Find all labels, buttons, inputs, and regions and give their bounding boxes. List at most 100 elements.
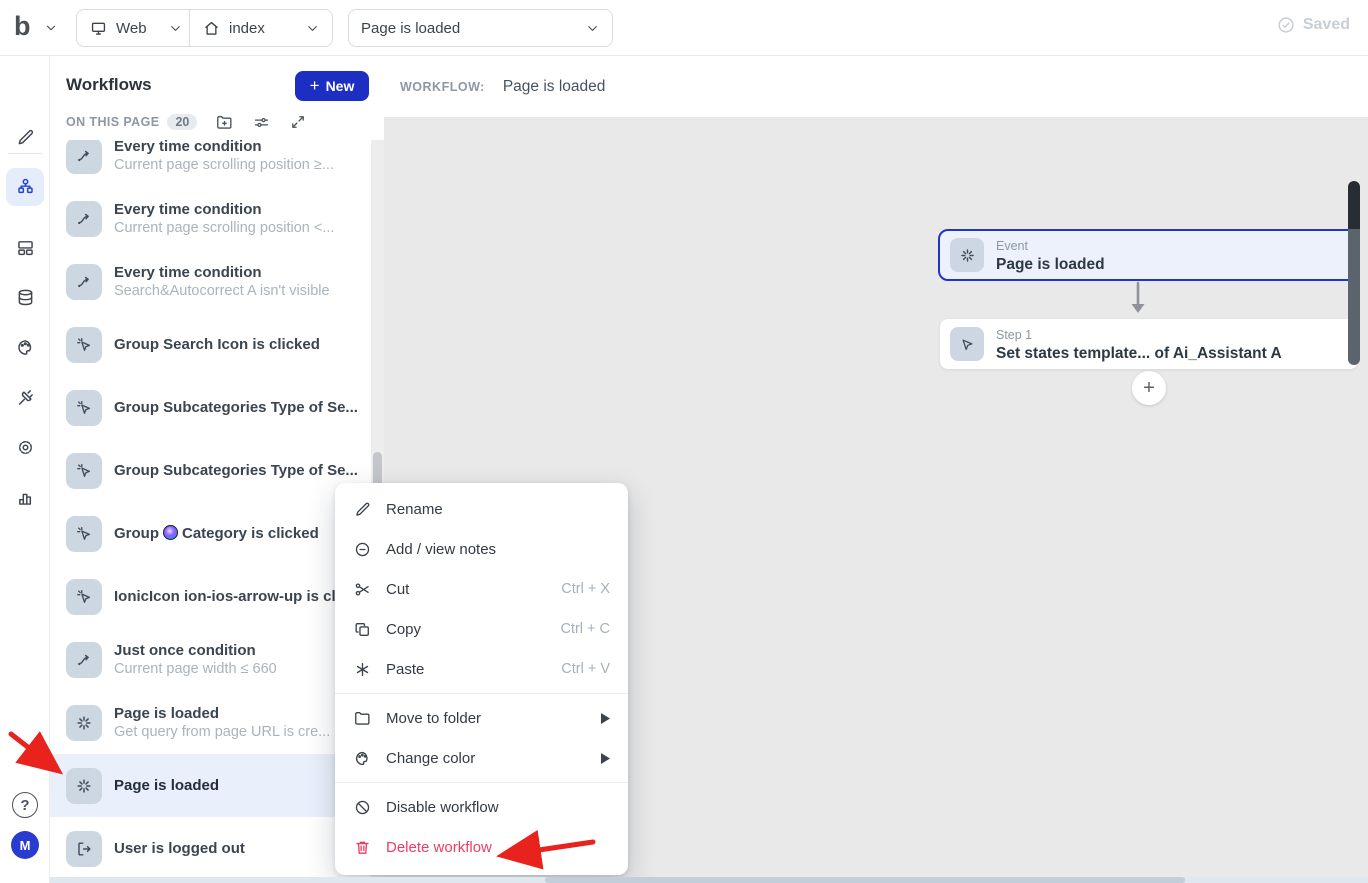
workflow-item-title: Every time condition (114, 138, 262, 155)
canvas-scrollbar-thumb[interactable] (1348, 229, 1360, 365)
workflow-item-title: IonicIcon ion-ios-arrow-up is cli... (114, 588, 352, 605)
workflow-chevron-down-icon (585, 21, 600, 36)
canvas-scrollbar[interactable] (1348, 181, 1360, 365)
workflow-item[interactable]: Every time conditionCurrent page scrolli… (50, 187, 384, 250)
menu-divider (335, 782, 628, 783)
plugins-tab-plug-icon[interactable] (6, 378, 44, 416)
menu-item-disable-workflow[interactable]: Disable workflow (335, 787, 628, 827)
menu-item-delete-workflow[interactable]: Delete workflow (335, 827, 628, 867)
menu-item-change-color[interactable]: Change color (335, 738, 628, 778)
workflow-item-title: Every time condition (114, 264, 262, 281)
workflow-item-subtitle: Current page scrolling position <... (114, 220, 334, 236)
workflow-item-subtitle: Current page scrolling position ≥... (114, 157, 334, 173)
plus-icon: + (310, 76, 320, 96)
workflow-item[interactable]: Group Category is clicked (50, 502, 384, 565)
workflow-list: Every time condition Current page scrolli… (50, 124, 384, 883)
settings-tab-gear-icon[interactable] (6, 428, 44, 466)
new-folder-icon[interactable] (215, 113, 234, 132)
filter-sliders-icon[interactable] (252, 113, 271, 132)
menu-item-notes[interactable]: Add / view notes (335, 529, 628, 569)
styles-tab-palette-icon[interactable] (6, 328, 44, 366)
menu-divider (335, 693, 628, 694)
bubble-logo[interactable]: b (14, 11, 30, 42)
workflow-item[interactable]: IonicIcon ion-ios-arrow-up is cli... (50, 565, 384, 628)
step-node[interactable]: Step 1Set states template... of Ai_Assis… (940, 319, 1358, 369)
workflow-item[interactable]: Group Subcategories Type of Se... (50, 376, 384, 439)
plus-icon: + (1143, 377, 1155, 400)
step-title: Set states template... of Ai_Assistant A (996, 345, 1282, 362)
workflow-item-subtitle: Get query from page URL is cre... (114, 724, 330, 740)
cursor-icon (950, 327, 984, 361)
on-this-page-header: ON THIS PAGE 20 (50, 104, 384, 140)
workflow-item[interactable]: User is logged out (50, 817, 384, 880)
reusables-tab-icon[interactable] (6, 228, 44, 266)
horizontal-scrollbar-thumb[interactable] (545, 877, 1185, 883)
avatar-initial: M (20, 838, 31, 853)
menu-item-copy[interactable]: Copy Ctrl + C (335, 609, 628, 649)
trash-icon (353, 838, 373, 857)
menu-item-cut[interactable]: Cut Ctrl + X (335, 569, 628, 609)
logout-icon (66, 831, 102, 867)
workflows-panel: Workflows + New ON THIS PAGE 20 Every ti… (50, 56, 384, 883)
workflow-count-badge: 20 (167, 114, 197, 130)
workflow-tab-sitemap-icon[interactable] (6, 168, 44, 206)
help-glyph: ? (20, 797, 29, 814)
workflow-dropdown[interactable]: Page is loaded (348, 9, 613, 47)
device-dropdown[interactable]: Web (77, 10, 168, 46)
page-loaded-spinner-icon (66, 768, 102, 804)
workflow-name: Page is loaded (503, 78, 606, 96)
expand-panel-icon[interactable] (289, 113, 307, 131)
page-loaded-spinner-icon (950, 238, 984, 272)
workflow-item-selected[interactable]: Page is loaded (50, 754, 384, 817)
menu-item-label: Cut (386, 581, 409, 598)
menu-item-label: Rename (386, 501, 443, 518)
condition-icon (66, 138, 102, 174)
new-button-label: New (326, 78, 355, 94)
workflow-item-subtitle: Search&Autocorrect A isn't visible (114, 283, 330, 299)
workflow-item-title: Just once condition (114, 642, 256, 659)
workflow-item[interactable]: Just once conditionCurrent page width ≤ … (50, 628, 384, 691)
event-kind-label: Event (996, 239, 1028, 253)
menu-item-label: Paste (386, 661, 424, 678)
page-loaded-spinner-icon (66, 705, 102, 741)
saved-status: Saved (1276, 15, 1350, 35)
help-icon[interactable]: ? (12, 792, 38, 818)
workflow-item[interactable]: Every time condition Search&Autocorrect A… (50, 250, 384, 313)
page-dropdown[interactable]: index (190, 10, 332, 46)
disable-slash-circle-icon (353, 798, 373, 817)
logo-chevron-down-icon[interactable] (44, 21, 58, 35)
pencil-icon (353, 500, 373, 519)
menu-shortcut: Ctrl + V (561, 661, 610, 677)
menu-item-paste[interactable]: Paste Ctrl + V (335, 649, 628, 689)
left-nav-rail: ? M (0, 56, 50, 883)
avatar[interactable]: M (11, 831, 39, 859)
canvas-header: WORKFLOW: Page is loaded (384, 56, 1368, 117)
device-dropdown-value: Web (116, 20, 147, 37)
palette-icon (353, 749, 373, 768)
horizontal-scrollbar-track (50, 877, 1368, 883)
menu-item-rename[interactable]: Rename (335, 489, 628, 529)
device-chevron-down-icon[interactable] (168, 10, 189, 46)
menu-shortcut: Ctrl + X (561, 581, 610, 597)
workflow-item-title-prefix: Group (114, 525, 159, 542)
workflow-dropdown-value: Page is loaded (361, 20, 460, 37)
canvas-scrollbar-thumb-dark[interactable] (1348, 181, 1360, 229)
new-workflow-button[interactable]: + New (295, 71, 369, 101)
logs-tab-chart-icon[interactable] (6, 478, 44, 516)
menu-item-label: Move to folder (386, 710, 481, 727)
event-node[interactable]: EventPage is loaded (938, 229, 1358, 281)
monitor-icon (89, 19, 108, 38)
page-dropdown-value: index (229, 20, 265, 37)
condition-icon (66, 201, 102, 237)
condition-icon (66, 642, 102, 678)
add-step-button[interactable]: + (1132, 371, 1166, 405)
paste-asterisk-icon (353, 660, 373, 679)
design-tab-pencil-icon[interactable] (6, 118, 44, 156)
workflow-label: WORKFLOW: (400, 80, 485, 94)
workflow-item[interactable]: Group Search Icon is clicked (50, 313, 384, 376)
workflow-item[interactable]: Group Subcategories Type of Se... (50, 439, 384, 502)
workflow-item[interactable]: Page is loadedGet query from page URL is… (50, 691, 384, 754)
menu-item-move-to-folder[interactable]: Move to folder (335, 698, 628, 738)
workflow-item-title-suffix: Category is clicked (182, 525, 319, 542)
data-tab-database-icon[interactable] (6, 278, 44, 316)
